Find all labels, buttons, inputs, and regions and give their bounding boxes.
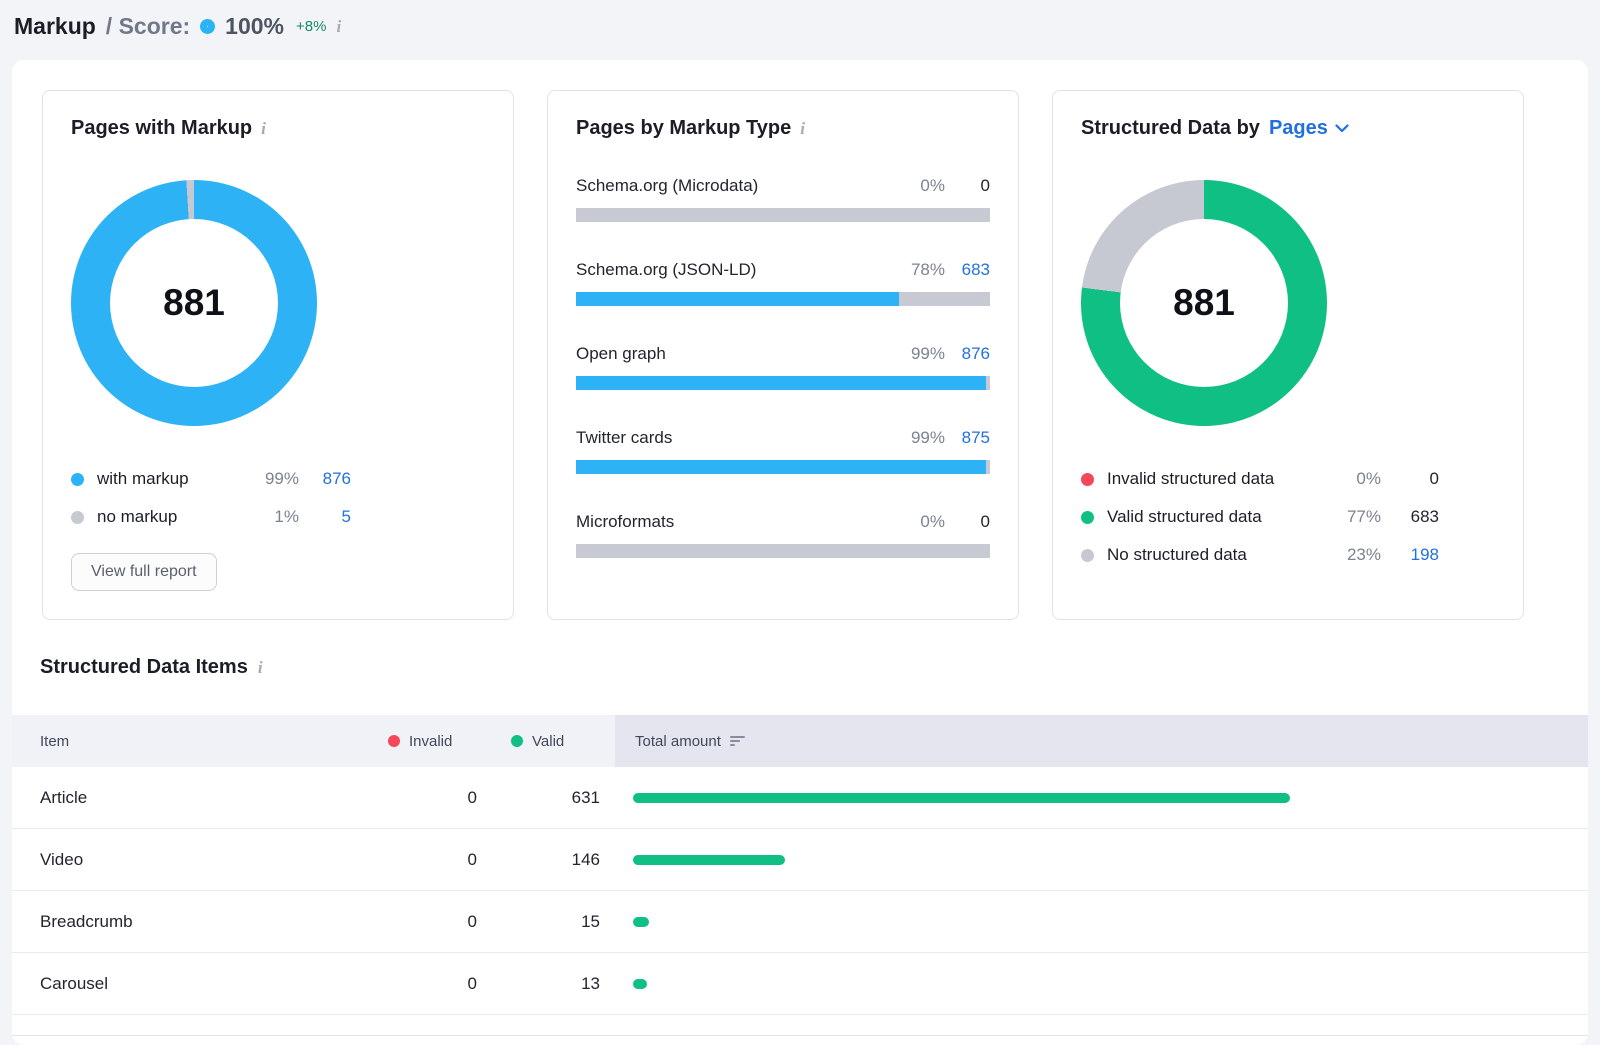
json-ld-bar	[576, 292, 990, 306]
markup-type-row: Microformats 0% 0	[576, 512, 990, 558]
item-name: Carousel	[12, 974, 388, 994]
no-structured-count-link[interactable]: 198	[1381, 545, 1439, 565]
invalid-structured-count: 0	[1381, 469, 1439, 489]
markup-type-row: Twitter cards 99% 875	[576, 428, 990, 474]
legend-item: Valid structured data 77% 683	[1081, 498, 1495, 536]
microdata-count: 0	[956, 176, 990, 196]
markup-type-row: Open graph 99% 876	[576, 344, 990, 390]
twitter-cards-bar	[576, 460, 990, 474]
sort-desc-icon	[730, 736, 745, 746]
table-row: Breadcrumb 0 15	[12, 891, 1588, 953]
summary-cards: Pages with Markup i 881 with markup 99% …	[12, 60, 1588, 620]
score-delta-badge: +8%	[296, 18, 326, 35]
legend-dot-gray	[71, 511, 84, 524]
column-valid: Valid	[511, 733, 615, 750]
info-icon[interactable]: i	[800, 120, 805, 137]
total-amount-bar	[633, 979, 647, 989]
card-structured-data-by-pages: Structured Data by Pages 881 Invalid str…	[1052, 90, 1524, 620]
invalid-value: 0	[388, 912, 477, 932]
microformats-bar	[576, 544, 990, 558]
card-pages-with-markup: Pages with Markup i 881 with markup 99% …	[42, 90, 514, 620]
twitter-cards-count-link[interactable]: 875	[956, 428, 990, 448]
info-icon[interactable]: i	[258, 659, 263, 676]
donut-legend: Invalid structured data 0% 0 Valid struc…	[1081, 460, 1495, 574]
open-graph-count-link[interactable]: 876	[956, 344, 990, 364]
page-title: Markup	[14, 13, 96, 40]
legend-item: Invalid structured data 0% 0	[1081, 460, 1495, 498]
valid-value: 13	[477, 974, 600, 994]
markup-type-row: Schema.org (JSON-LD) 78% 683	[576, 260, 990, 306]
legend-dot-gray	[1081, 549, 1094, 562]
table-row: Article 0 631	[12, 767, 1588, 829]
item-name: Video	[12, 850, 388, 870]
legend-dot-blue	[71, 473, 84, 486]
column-item: Item	[12, 733, 388, 750]
item-name: Article	[12, 788, 388, 808]
invalid-value: 0	[388, 788, 477, 808]
legend-item: with markup 99% 876	[71, 460, 485, 498]
pages-selector-dropdown[interactable]: Pages	[1269, 117, 1349, 140]
legend-item: No structured data 23% 198	[1081, 536, 1495, 574]
column-invalid: Invalid	[388, 733, 511, 750]
table-header: Item Invalid Valid Total amount	[12, 715, 1588, 767]
legend-dot-green	[1081, 511, 1094, 524]
no-markup-count-link[interactable]: 5	[299, 507, 351, 527]
invalid-value: 0	[388, 974, 477, 994]
microformats-count: 0	[956, 512, 990, 532]
info-icon[interactable]: i	[336, 18, 341, 35]
valid-value: 15	[477, 912, 600, 932]
valid-structured-count: 683	[1381, 507, 1439, 527]
card-title: Structured Data by	[1081, 117, 1260, 140]
donut-legend: with markup 99% 876 no markup 1% 5	[71, 460, 485, 536]
valid-dot-icon	[511, 735, 523, 747]
card-title: Pages with Markup	[71, 117, 252, 140]
score-value: 100%	[225, 13, 284, 40]
card-title: Pages by Markup Type	[576, 117, 791, 140]
total-amount-bar	[633, 917, 649, 927]
valid-value: 631	[477, 788, 600, 808]
valid-value: 146	[477, 850, 600, 870]
table-row: Carousel 0 13	[12, 953, 1588, 1015]
donut-total: 881	[1081, 180, 1327, 426]
structured-data-donut-chart: 881	[1081, 180, 1327, 426]
card-pages-by-markup-type: Pages by Markup Type i Schema.org (Micro…	[547, 90, 1019, 620]
markup-report-panel: Pages with Markup i 881 with markup 99% …	[12, 60, 1588, 1045]
report-header: Markup / Score: 100% +8% i	[0, 0, 1600, 56]
json-ld-count-link[interactable]: 683	[956, 260, 990, 280]
score-label: / Score:	[106, 13, 190, 40]
view-full-report-button[interactable]: View full report	[71, 553, 217, 591]
table-bottom-divider	[12, 1035, 1588, 1036]
total-amount-bar	[633, 855, 785, 865]
open-graph-bar	[576, 376, 990, 390]
column-total-amount-sort[interactable]: Total amount	[615, 715, 1588, 767]
info-icon[interactable]: i	[261, 120, 266, 137]
total-amount-bar	[633, 793, 1290, 803]
microdata-bar	[576, 208, 990, 222]
item-name: Breadcrumb	[12, 912, 388, 932]
score-ring-icon	[200, 19, 215, 34]
invalid-dot-icon	[388, 735, 400, 747]
pages-with-markup-donut-chart: 881	[71, 180, 317, 426]
with-markup-count-link[interactable]: 876	[299, 469, 351, 489]
chevron-down-icon	[1335, 124, 1349, 133]
donut-total: 881	[71, 180, 317, 426]
structured-data-items-heading: Structured Data Items i	[40, 656, 1588, 679]
legend-item: no markup 1% 5	[71, 498, 485, 536]
invalid-value: 0	[388, 850, 477, 870]
markup-type-row: Schema.org (Microdata) 0% 0	[576, 176, 990, 222]
legend-dot-red	[1081, 473, 1094, 486]
table-row: Video 0 146	[12, 829, 1588, 891]
